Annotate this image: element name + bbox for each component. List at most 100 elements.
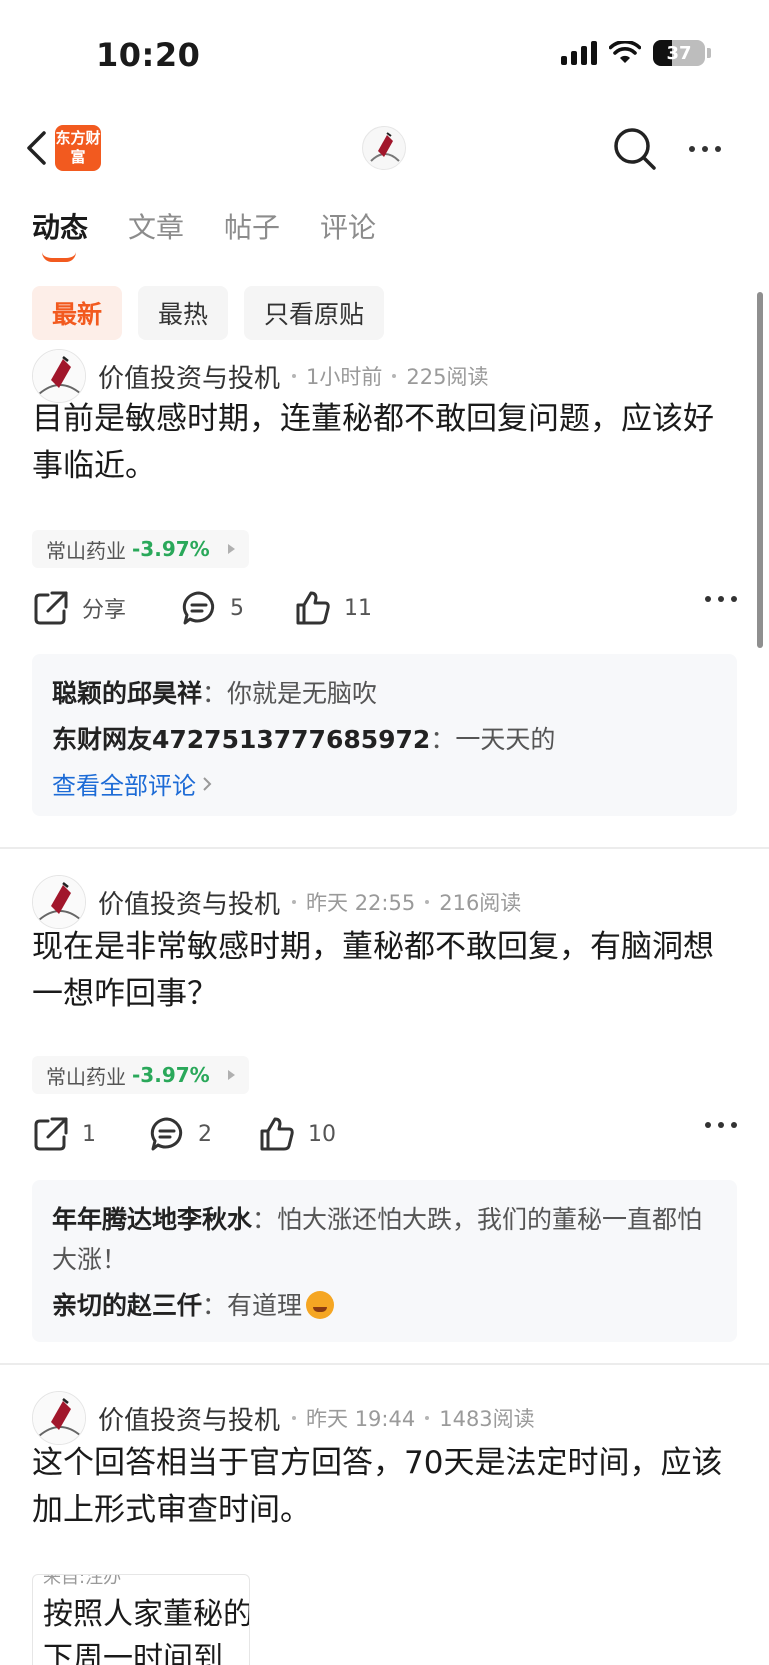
author-avatar[interactable] (32, 875, 86, 929)
comment-sep: ： (202, 679, 228, 708)
read-count: 225阅读 (406, 365, 489, 389)
emoji-icon (306, 1291, 335, 1319)
post-meta: 昨天 19:44 1483阅读 (292, 1403, 535, 1433)
profile-tabs: 动态 文章 帖子 评论 (32, 206, 376, 262)
wifi-icon (609, 41, 641, 63)
search-button[interactable] (612, 126, 658, 172)
post-meta: 1小时前 225阅读 (292, 361, 488, 391)
comment-count: 2 (198, 1121, 212, 1147)
author-name[interactable]: 价值投资与投机 (98, 1400, 280, 1437)
quote-source: 来自:注办 (43, 1574, 122, 1588)
share-label: 分享 (82, 598, 127, 623)
author-avatar[interactable] (32, 349, 86, 403)
top-nav-bar: 东方财富 (0, 110, 769, 186)
tab-label: 评论 (320, 211, 377, 244)
post-time: 昨天 22:55 (306, 891, 416, 915)
comment-author[interactable]: 亲切的赵三仟 (52, 1291, 202, 1320)
stock-change: -3.97% (132, 1063, 210, 1087)
avatar-image (33, 876, 85, 928)
post-content[interactable]: 这个回答相当于官方回答，70天是法定时间，应该加上形式审查时间。 (32, 1440, 737, 1534)
battery-percent: 37 (666, 42, 692, 64)
comment-text: 你就是无脑吹 (227, 679, 378, 708)
more-icon (705, 596, 711, 602)
like-button[interactable]: 10 (258, 1112, 336, 1156)
tab-label: 文章 (128, 211, 185, 244)
share-button[interactable]: 分享 (32, 586, 126, 630)
comment-button[interactable]: 2 (148, 1112, 212, 1156)
avatar-image (33, 1392, 85, 1444)
comment-preview: 年年腾达地李秋水：怕大涨还怕大跌，我们的董秘一直都怕大涨！ 亲切的赵三仟：有道理 (32, 1180, 737, 1342)
signal-icon (561, 41, 597, 65)
comment-sep: ： (202, 1291, 228, 1320)
status-bar: 10:20 37 (0, 0, 769, 110)
comment-item[interactable]: 东财网友4727513777685972：一天天的 (52, 720, 717, 760)
more-icon (689, 146, 695, 152)
comment-text: 一天天的 (455, 725, 556, 754)
tab-label: 动态 (32, 211, 89, 244)
stock-change: -3.97% (132, 537, 210, 561)
profile-avatar[interactable] (362, 126, 406, 170)
search-icon (614, 128, 656, 170)
like-count: 11 (344, 595, 372, 621)
quoted-post-card[interactable]: 来自:注办 按照人家董秘的 下周一时间到 (32, 1574, 250, 1665)
comment-author[interactable]: 东财网友4727513777685972 (52, 725, 430, 754)
stock-tag[interactable]: 常山药业 -3.97% (32, 530, 249, 568)
post-card: 价值投资与投机 昨天 19:44 1483阅读 这个回答相当于官方回答，70天是… (0, 1390, 769, 1665)
view-all-label: 查看全部评论 (52, 772, 196, 800)
comment-item[interactable]: 亲切的赵三仟：有道理 (52, 1286, 717, 1326)
post-more-button[interactable] (705, 596, 737, 602)
comment-author[interactable]: 年年腾达地李秋水 (52, 1205, 252, 1234)
post-content[interactable]: 现在是非常敏感时期，董秘都不敢回复，有脑洞想一想咋回事？ (32, 924, 737, 1018)
comment-count: 5 (230, 595, 244, 621)
comment-icon (182, 591, 215, 625)
more-button[interactable] (682, 134, 728, 164)
chevron-right-icon (203, 776, 212, 791)
comment-sep: ： (430, 725, 456, 754)
post-content[interactable]: 目前是敏感时期，连董秘都不敢回复问题，应该好事临近。 (32, 396, 737, 490)
post-card: 价值投资与投机 1小时前 225阅读 目前是敏感时期，连董秘都不敢回复问题，应该… (0, 348, 769, 816)
stock-name: 常山药业 (46, 1064, 126, 1089)
avatar-image (363, 127, 405, 169)
author-name[interactable]: 价值投资与投机 (98, 358, 280, 395)
tab-comments[interactable]: 评论 (320, 206, 376, 258)
back-icon (27, 131, 46, 165)
brand-logo[interactable]: 东方财富 (55, 125, 101, 171)
filter-original-only[interactable]: 只看原贴 (244, 286, 385, 340)
read-count: 216阅读 (439, 891, 522, 915)
view-all-comments-link[interactable]: 查看全部评论 (52, 766, 717, 801)
comment-sep: ： (252, 1205, 278, 1234)
like-button[interactable]: 11 (294, 586, 372, 630)
author-avatar[interactable] (32, 1391, 86, 1445)
back-button[interactable] (16, 126, 56, 170)
comment-button[interactable]: 5 (180, 586, 244, 630)
post-time: 昨天 19:44 (306, 1407, 416, 1431)
post-actions: 分享 5 11 (32, 586, 737, 630)
comment-item[interactable]: 年年腾达地李秋水：怕大涨还怕大跌，我们的董秘一直都怕大涨！ (52, 1200, 717, 1280)
status-icons: 37 (561, 40, 711, 66)
author-name[interactable]: 价值投资与投机 (98, 884, 280, 921)
tab-dynamics[interactable]: 动态 (32, 206, 89, 262)
filter-chips: 最新 最热 只看原贴 (32, 286, 385, 340)
post-actions: 1 2 10 (32, 1112, 737, 1156)
thumbs-up-icon (260, 1117, 294, 1151)
share-count: 1 (82, 1121, 96, 1147)
share-icon (34, 591, 68, 625)
filter-latest[interactable]: 最新 (32, 286, 123, 340)
filter-hottest[interactable]: 最热 (138, 286, 229, 340)
post-time: 1小时前 (306, 365, 383, 389)
post-divider (0, 847, 769, 849)
tab-articles[interactable]: 文章 (128, 206, 184, 258)
post-more-button[interactable] (705, 1122, 737, 1128)
comment-icon (150, 1117, 183, 1151)
thumbs-up-icon (296, 591, 330, 625)
share-button[interactable]: 1 (32, 1112, 96, 1156)
tab-posts[interactable]: 帖子 (224, 206, 280, 258)
comment-text: 有道理 (227, 1291, 303, 1320)
comment-author[interactable]: 聪颖的邱昊祥 (52, 679, 202, 708)
post-meta: 昨天 22:55 216阅读 (292, 887, 521, 917)
tab-label: 帖子 (224, 211, 281, 244)
comment-item[interactable]: 聪颖的邱昊祥：你就是无脑吹 (52, 674, 717, 714)
post-divider (0, 1363, 769, 1365)
status-time: 10:20 (96, 36, 201, 74)
stock-tag[interactable]: 常山药业 -3.97% (32, 1056, 249, 1094)
